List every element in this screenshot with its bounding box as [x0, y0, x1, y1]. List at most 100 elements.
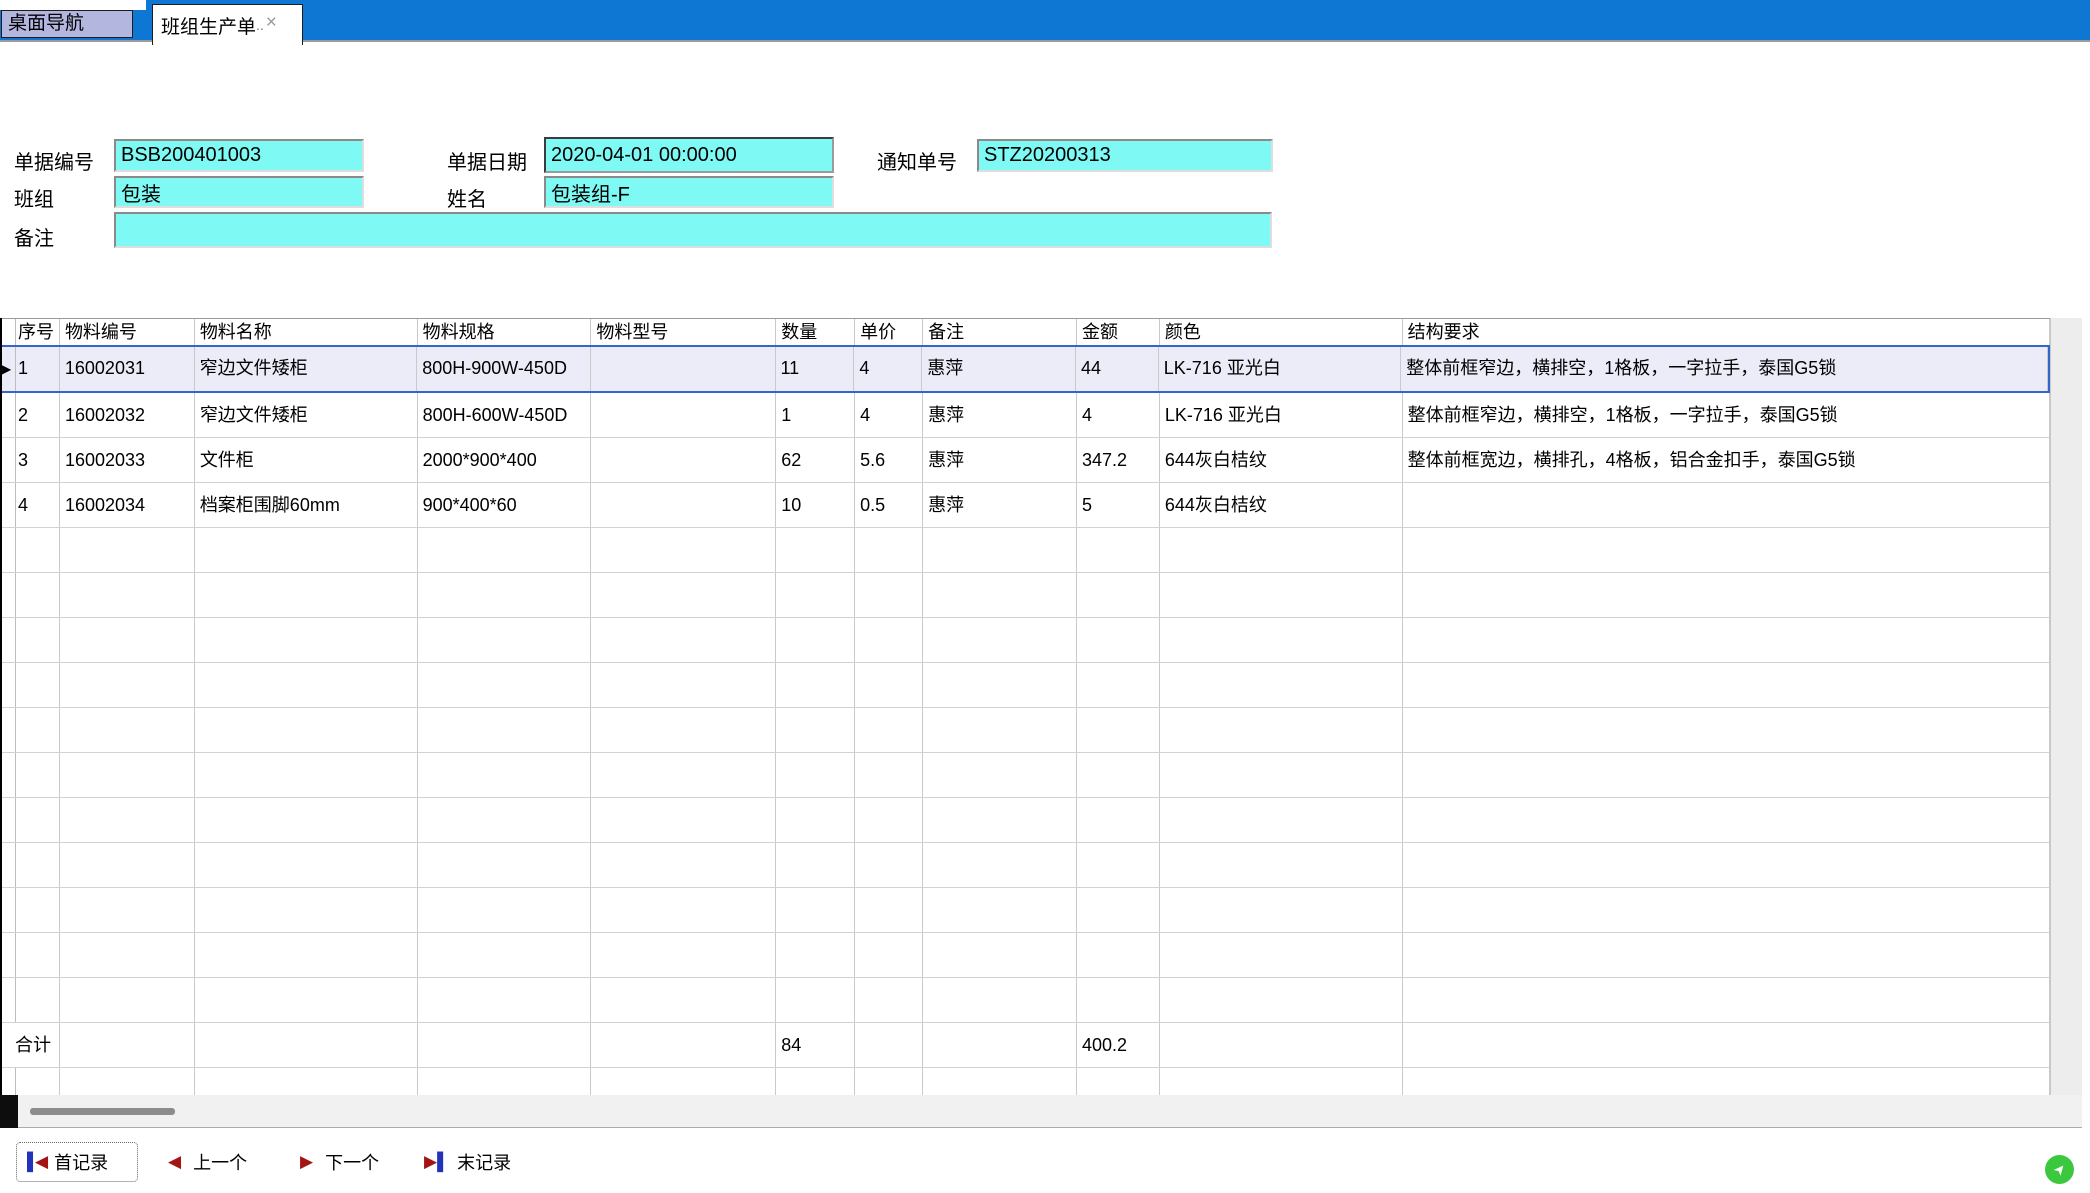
previous-record-icon: ◀ — [168, 1152, 181, 1172]
cell-structure: 整体前框窄边，横排空，1格板，一字拉手，泰国G5锁 — [1401, 347, 2048, 391]
cell-remark: 惠萍 — [923, 393, 1077, 437]
first-record-button[interactable]: ▌◀ 首记录 — [16, 1142, 138, 1182]
cell-remark: 惠萍 — [922, 347, 1076, 391]
cell-spec: 2000*900*400 — [418, 438, 592, 482]
table-row[interactable]: 3 16002033 文件柜 2000*900*400 62 5.6 惠萍 34… — [2, 438, 2050, 483]
cell-spec: 800H-900W-450D — [417, 347, 591, 391]
header-seq: 序号 — [16, 319, 60, 345]
cell-seq: 4 — [16, 483, 60, 527]
cell-price: 0.5 — [855, 483, 923, 527]
cell-amount: 347.2 — [1077, 438, 1160, 482]
cell-spec: 900*400*60 — [418, 483, 592, 527]
cell-code: 16002034 — [60, 483, 195, 527]
notice-no-input[interactable] — [977, 139, 1273, 172]
empty-row[interactable] — [2, 798, 2050, 843]
material-table: 序号 物料编号 物料名称 物料规格 物料型号 数量 单价 备注 金额 颜色 结构… — [0, 318, 2050, 1095]
safety-tray-icon[interactable]: ➤ — [2045, 1155, 2074, 1184]
next-record-button[interactable]: ▶ 下一个 — [300, 1142, 379, 1182]
table-row[interactable]: ▶ 1 16002031 窄边文件矮柜 800H-900W-450D 11 4 … — [2, 345, 2050, 393]
cell-qty: 11 — [776, 347, 855, 391]
cell-model — [591, 483, 776, 527]
previous-record-button[interactable]: ◀ 上一个 — [168, 1142, 247, 1182]
empty-row[interactable] — [2, 753, 2050, 798]
person-name-input[interactable] — [544, 176, 834, 208]
person-name-label: 姓名 — [447, 183, 487, 212]
cell-qty: 62 — [776, 438, 855, 482]
table-row[interactable]: 4 16002034 档案柜围脚60mm 900*400*60 10 0.5 惠… — [2, 483, 2050, 528]
filler-rows-short — [2, 1068, 2050, 1095]
doc-date-label: 单据日期 — [447, 146, 527, 175]
title-bar — [0, 0, 2090, 42]
cell-color: 644灰白桔纹 — [1160, 438, 1403, 482]
total-amount: 400.2 — [1077, 1023, 1160, 1067]
row-indicator-cell — [2, 393, 16, 437]
table-row[interactable]: 2 16002032 窄边文件矮柜 800H-600W-450D 1 4 惠萍 … — [2, 393, 2050, 438]
tab-desktop-navigation[interactable]: 桌面导航 — [1, 10, 133, 38]
header-material-name: 物料名称 — [195, 319, 418, 345]
cell-price: 4 — [854, 347, 922, 391]
empty-row[interactable] — [2, 663, 2050, 708]
team-input[interactable] — [114, 176, 364, 208]
cell-price: 5.6 — [855, 438, 923, 482]
cell-color: LK-716 亚光白 — [1159, 347, 1402, 391]
next-record-label: 下一个 — [325, 1149, 379, 1175]
tab-team-production-order[interactable]: 班组生产单 .. × — [152, 4, 303, 45]
cell-amount: 4 — [1077, 393, 1160, 437]
tab-label: 班组生产单 — [161, 12, 256, 39]
header-material-model: 物料型号 — [591, 319, 776, 345]
first-record-label: 首记录 — [54, 1149, 108, 1175]
cell-name: 文件柜 — [195, 438, 418, 482]
filler-rows — [2, 528, 2050, 1023]
cell-structure — [1403, 483, 2050, 527]
cell-model — [591, 438, 776, 482]
cell-name: 窄边文件矮柜 — [195, 347, 418, 391]
header-color: 颜色 — [1160, 319, 1403, 345]
cell-color: LK-716 亚光白 — [1160, 393, 1403, 437]
cell-price: 4 — [855, 393, 923, 437]
close-icon[interactable]: × — [266, 12, 277, 34]
last-record-label: 末记录 — [457, 1149, 511, 1175]
current-row-arrow-icon: ▶ — [2, 347, 15, 391]
cell-structure: 整体前框窄边，横排空，1格板，一字拉手，泰国G5锁 — [1403, 393, 2050, 437]
horizontal-scrollbar[interactable] — [0, 1095, 2082, 1128]
cell-structure: 整体前框宽边，横排孔，4格板，铝合金扣手，泰国G5锁 — [1403, 438, 2050, 482]
table-header-row: 序号 物料编号 物料名称 物料规格 物料型号 数量 单价 备注 金额 颜色 结构… — [2, 318, 2050, 345]
doc-no-input[interactable] — [114, 139, 364, 172]
header-qty: 数量 — [776, 319, 855, 345]
team-label: 班组 — [14, 183, 54, 212]
scrollbar-corner — [0, 1095, 18, 1128]
empty-row[interactable] — [2, 708, 2050, 753]
header-price: 单价 — [855, 319, 923, 345]
doc-no-label: 单据编号 — [14, 146, 94, 175]
cell-remark: 惠萍 — [923, 438, 1077, 482]
empty-row[interactable] — [2, 528, 2050, 573]
last-record-button[interactable]: ▶▌ 末记录 — [424, 1142, 511, 1182]
remark-input[interactable] — [114, 212, 1272, 248]
cell-code: 16002032 — [60, 393, 195, 437]
empty-row[interactable] — [2, 573, 2050, 618]
empty-row[interactable] — [2, 618, 2050, 663]
doc-date-input[interactable] — [544, 137, 834, 173]
total-label-cell: 合计 — [2, 1023, 60, 1067]
cell-model — [591, 347, 776, 391]
header-amount: 金额 — [1077, 319, 1160, 345]
header-remark: 备注 — [923, 319, 1077, 345]
last-record-icon: ▶▌ — [424, 1152, 445, 1172]
empty-row[interactable] — [2, 933, 2050, 978]
horizontal-scrollbar-thumb[interactable] — [30, 1108, 175, 1115]
notice-no-label: 通知单号 — [877, 146, 957, 175]
cell-model — [591, 393, 776, 437]
empty-row[interactable] — [2, 978, 2050, 1023]
total-row: 合计 84 400.2 — [2, 1023, 2050, 1068]
header-structure: 结构要求 — [1403, 319, 2050, 345]
empty-row[interactable] — [2, 888, 2050, 933]
tab-truncation-dots: .. — [256, 12, 264, 38]
empty-row[interactable] — [2, 1068, 2050, 1095]
empty-row[interactable] — [2, 843, 2050, 888]
header-material-spec: 物料规格 — [418, 319, 592, 345]
row-indicator-cell: ▶ — [2, 347, 16, 391]
vertical-scrollbar[interactable] — [2050, 318, 2082, 1095]
cell-code: 16002031 — [60, 347, 195, 391]
row-indicator-cell — [2, 483, 16, 527]
first-record-icon: ▌◀ — [27, 1152, 48, 1172]
